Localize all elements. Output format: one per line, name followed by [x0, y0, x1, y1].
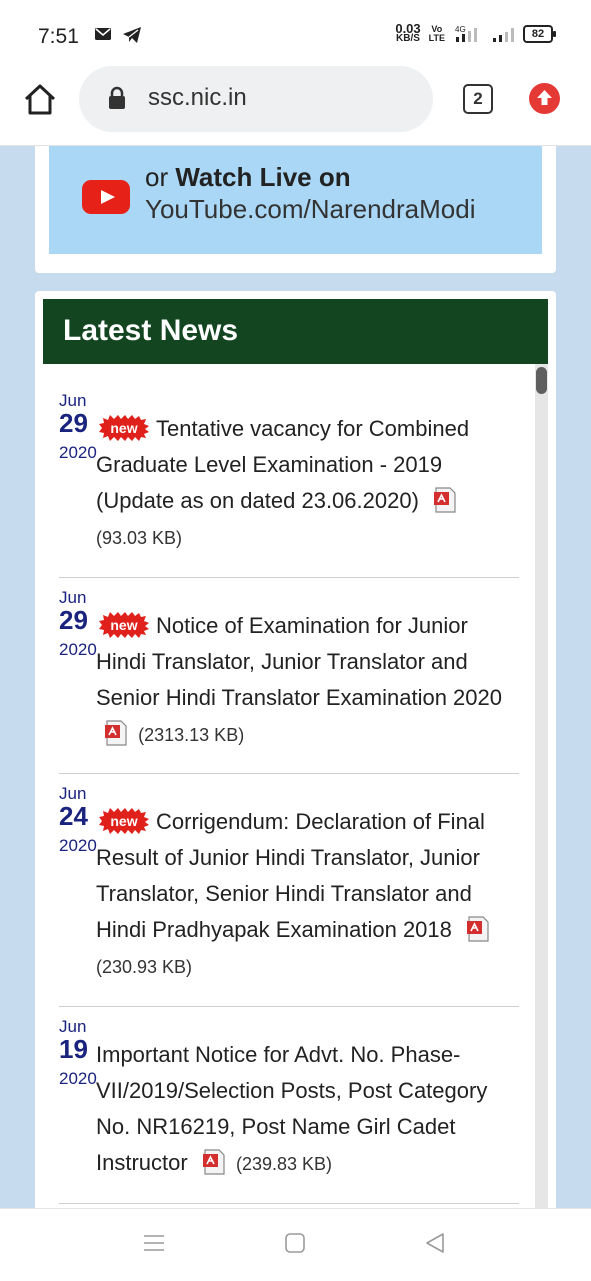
youtube-banner[interactable]: or Watch Live on YouTube.com/NarendraMod…: [49, 146, 542, 254]
latest-news-card: Latest News Jun 29 2020 new Tentative va…: [35, 291, 556, 1208]
news-date-year: 2020: [59, 640, 97, 659]
url-text: ssc.nic.in: [148, 84, 247, 111]
menu-icon[interactable]: [143, 1232, 165, 1254]
pdf-icon[interactable]: [433, 487, 457, 513]
youtube-icon: [82, 180, 130, 214]
svg-text:4G: 4G: [455, 25, 466, 34]
page-content: or Watch Live on YouTube.com/NarendraMod…: [0, 146, 591, 1208]
file-size: (93.03 KB): [96, 528, 183, 548]
news-list[interactable]: Jun 29 2020 new Tentative vacancy for Co…: [43, 364, 548, 1208]
file-size: (230.93 KB): [96, 957, 193, 977]
news-item[interactable]: Jun 19 2020 Important Notice for Advt. N…: [59, 1017, 519, 1204]
svg-text:new: new: [110, 813, 137, 829]
news-title-link[interactable]: Corrigendum: Declaration of Final Result…: [96, 809, 485, 942]
back-icon[interactable]: [424, 1232, 446, 1254]
news-item[interactable]: Jun 29 2020 new Tentative vacancy for Co…: [59, 391, 519, 578]
battery-indicator: 82: [523, 25, 556, 43]
pdf-icon[interactable]: [466, 916, 490, 942]
status-indicators: 0.03 KB/S Vo LTE 4G 82: [395, 21, 556, 44]
mail-icon: [95, 28, 111, 40]
youtube-card: or Watch Live on YouTube.com/NarendraMod…: [35, 146, 556, 273]
address-bar[interactable]: ssc.nic.in: [79, 66, 433, 132]
news-date-day: 24: [59, 801, 88, 831]
status-time: 7:51: [38, 25, 79, 48]
news-text-block: Important Notice for Advt. No. Phase-VII…: [96, 1037, 518, 1182]
news-text-block: new Notice of Examination for Junior Hin…: [96, 608, 518, 753]
file-size: (239.83 KB): [235, 1154, 333, 1174]
banner-line1: or Watch Live on: [145, 162, 351, 192]
tabs-button[interactable]: 2: [463, 84, 493, 114]
news-scrollbar[interactable]: [535, 364, 548, 1208]
news-date-year: 2020: [59, 836, 97, 855]
update-icon: [537, 90, 552, 105]
news-text-block: new Tentative vacancy for Combined Gradu…: [96, 411, 518, 556]
news-title-link[interactable]: Tentative vacancy for Combined Graduate …: [96, 416, 469, 513]
pdf-icon[interactable]: [202, 1149, 226, 1175]
home-icon[interactable]: [22, 82, 58, 118]
square-icon[interactable]: [284, 1232, 306, 1254]
navigation-bar: [0, 1208, 591, 1281]
new-badge-icon: new: [99, 808, 149, 834]
volte-indicator: Vo LTE: [428, 24, 445, 43]
news-date-year: 2020: [59, 443, 97, 462]
signal-icon: [493, 28, 514, 42]
news-scrollbar-thumb[interactable]: [536, 367, 547, 394]
news-date-day: 19: [59, 1034, 88, 1064]
banner-line2: YouTube.com/NarendraModi: [145, 194, 476, 224]
pdf-icon[interactable]: [104, 720, 128, 746]
status-bar: 7:51 0.03 KB/S Vo LTE 4G 82: [0, 0, 591, 70]
telegram-icon: [123, 27, 141, 43]
signal-4g-icon: 4G: [455, 25, 477, 42]
file-size: (2313.13 KB): [138, 725, 245, 745]
news-title-link[interactable]: Notice of Examination for Junior Hindi T…: [96, 613, 502, 710]
network-speed: 0.03 KB/S: [395, 21, 421, 44]
new-badge-icon: new: [99, 612, 149, 638]
update-button[interactable]: [529, 83, 560, 114]
latest-news-title: Latest News: [63, 314, 239, 347]
browser-toolbar: ssc.nic.in 2: [0, 66, 591, 146]
news-date-day: 29: [59, 408, 88, 438]
svg-text:new: new: [110, 420, 137, 436]
lock-icon: [109, 86, 125, 109]
news-date-day: 29: [59, 605, 88, 635]
news-item[interactable]: Jun 24 2020 new Corrigendum: Declaration…: [59, 784, 519, 1007]
news-date-year: 2020: [59, 1069, 97, 1088]
news-text-block: new Corrigendum: Declaration of Final Re…: [96, 804, 518, 985]
latest-news-header: Latest News: [43, 299, 548, 364]
new-badge-icon: new: [99, 415, 149, 441]
svg-text:new: new: [110, 617, 137, 633]
news-item[interactable]: Jun 29 2020 new Notice of Examination fo…: [59, 588, 519, 774]
